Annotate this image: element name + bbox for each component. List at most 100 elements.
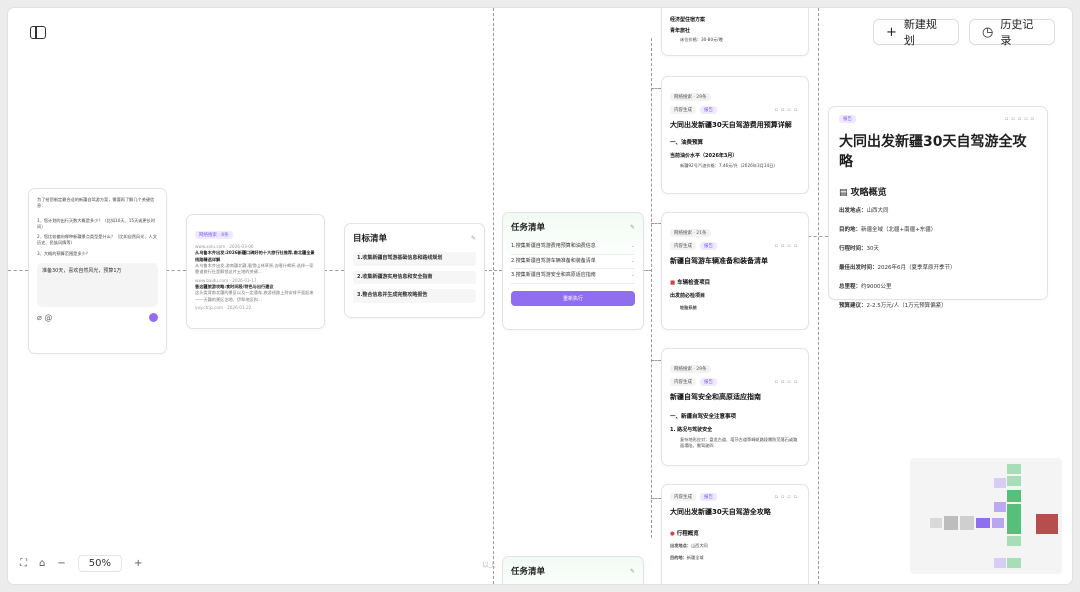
report-field-row: 最佳出发时间：2026年6月（夏季草原开季节） [839,263,1037,271]
field-value: 新疆全域（北疆+南疆+东疆） [861,227,937,233]
section-heading: ■ 车辆检查项目 [670,280,711,286]
task-list-card: 任务清单 ✎ 1.搜集新疆自驾游费用预算和油费信息 ⌄ 2.搜集新疆自驾游车辆准备… [502,212,644,330]
sub-heading: 当前油价水平（2026年3月） [670,153,738,159]
search-badge: 网络搜索 · 29条 [670,365,711,373]
report-chip: 报告 [700,493,717,501]
report-badge: 报告 [839,115,856,123]
goal-list-card: 目标清单 ✎ 1.收集新疆自驾游基础信息和路线规划 2.收集新疆游实用信息和安全… [344,223,485,318]
goal-item: 1.收集新疆自驾游基础信息和路线规划 [353,252,476,266]
canvas-frame: + 新建规划 ◷ 历史记录 为了给您制定最合适的新疆自驾游方案，需要再了解几个关… [8,8,1072,584]
result-title[interactable]: 从乌鲁木齐出发:2026新疆口碑好的十大旅行社推荐,南北疆全景线路精选详解 [195,250,316,263]
report-chip: 报告 [700,106,717,114]
task-list-title: 任务清单 [511,567,546,577]
task-list-title: 任务清单 [511,223,546,233]
connector [651,360,661,361]
minimap[interactable] [910,458,1062,574]
question-card: 为了给您制定最合适的新疆自驾游方案，需要再了解几个关键信息： 1、您计划的出行天… [28,188,167,354]
answer-input[interactable]: 准备30天，喜欢自然风光，预算1万 [37,263,158,308]
connector [166,270,186,271]
card-line: 新疆92号汽油价格：7.46元/升（2026年3月14日） [680,163,778,168]
sidebar-toggle-icon[interactable] [30,26,46,39]
field-value: 30天 [866,246,880,252]
connector [651,38,652,538]
connector [651,88,661,89]
edit-icon[interactable]: ✎ [471,235,476,242]
plus-icon: + [886,24,897,40]
task-list-card: 任务清单 ✎ [502,556,644,584]
chevron-down-icon: ⌄ [630,257,635,264]
chevron-down-icon: ⌄ [630,243,635,249]
search-results-card: 网络搜索 · 8条 www.xxlu.com · 2026-03-06 从乌鲁木… [186,214,325,329]
connector [493,8,494,584]
result-desc: 这头类背南北疆的景区以及一定通车,旅游线路上到安排平面起来——天疆的景区泊地、伊… [195,290,314,302]
car-icon: ■ [670,280,676,286]
card-actions-icon[interactable]: ▫▫▫▫ [774,243,800,249]
guide-report-card: 内容生成 报告 ▫▫▫▫ 大同出发新疆30天自驾游全攻略 ● 行程概览 出发地点… [661,484,809,584]
content-gen-chip: 内容生成 [670,493,696,501]
report-field-row: 总里程：约9000公里 [839,282,1037,290]
report-field-row: 出发地点：山西大同 [839,206,1037,214]
question-item: 3、大概的预算范围是多少？ [37,250,90,256]
send-icon[interactable] [149,313,158,323]
card-actions-icon[interactable]: ▫▫▫▫ [774,494,800,500]
pin-icon: ● [670,531,675,537]
goal-item: 2.收集新疆游实用信息和安全指南 [353,270,476,284]
sub-heading: 出发前必检项目 [670,293,706,299]
goal-item: 3.整合信息并生成完整攻略报告 [353,289,476,303]
new-plan-label: 新建规划 [903,18,937,47]
report-panel: 报告 ▫▫▫▫▫ 大同出发新疆30天自驾游全攻略 ▤ 攻略概览 出发地点：山西大… [828,106,1048,309]
report-chip: 报告 [700,378,717,386]
chevron-down-icon: ⌄ [630,272,635,278]
report-actions-icon[interactable]: ▫▫▫▫▫ [1005,116,1037,122]
field-value: 2026年6月（夏季草原开季节） [877,265,956,271]
question-item: 2、您比较偏向哪种新疆景点类型是什么？（比如自然风光、人文历史、民族风情等） [37,234,157,246]
content-gen-chip: 内容生成 [670,242,696,250]
new-plan-button[interactable]: + 新建规划 [873,18,959,47]
field-key: 出发地点： [670,543,691,548]
field-key: 最佳出发时间： [839,265,878,271]
task-item[interactable]: 2.搜集新疆自驾游车辆准备和装备清单 ⌄ [511,255,635,269]
edit-icon[interactable]: ✎ [630,568,635,575]
budget-report-card: 网络搜索 · 29条 内容生成 报告 ▫▫▫▫ 大同出发新疆30天自驾游费用预算… [661,76,809,194]
card-actions-icon[interactable]: ▫▫▫▫ [774,107,800,113]
question-intro: 为了给您制定最合适的新疆自驾游方案，需要再了解几个关键信息： [37,197,155,209]
zoom-in-button[interactable]: + [134,558,142,569]
history-button[interactable]: ◷ 历史记录 [969,18,1055,47]
goal-list-title: 目标清单 [353,234,388,244]
accommodation-card-partial: 经济型住宿方案 青年旅社 床位价格：30-80元/晚 [661,8,809,56]
clock-icon: ◷ [982,24,994,40]
safety-report-card: 网络搜索 · 29条 内容生成 报告 ▫▫▫▫ 新疆自驾安全和高原适应指南 一、… [661,348,809,466]
answer-text: 准备30天，喜欢自然风光，预算1万 [42,268,122,275]
task-item[interactable]: 1.搜集新疆自驾游费用预算和油费信息 ⌄ [511,240,635,255]
zoom-level[interactable]: 50% [77,554,122,572]
field-key: 出发地点： [839,208,867,214]
result-source: yuy.ctrip.com · 2026-01-22 [195,305,252,311]
lock-icon[interactable]: ⌂ [39,558,45,569]
vehicle-report-card: 网络搜索 · 21条 内容生成 报告 ▫▫▫▫ 新疆自驾游车辆准备和装备清单 ■… [661,212,809,330]
section-heading: 青年旅社 [670,28,691,34]
field-value: 山西大同 [690,543,708,548]
history-label: 历史记录 [1000,18,1034,47]
card-actions-icon[interactable]: ▫▫▫▫ [774,379,800,385]
card-line: 复杂地形应对：盘龙古道、塔莎古道等崎岖路段需防范落石或路面塌陷，需驾驶四 [680,437,798,449]
card-title: 新疆自驾安全和高原适应指南 [670,393,761,401]
report-field-row: 预算建议：2-2.5万元/人（1万元预算偏紧） [839,301,1037,309]
connector [651,498,661,499]
section-heading: ● 行程概览 [670,531,699,537]
report-title: 大同出发新疆30天自驾游全攻略 [839,134,1027,170]
canvas-hint: 以上 [482,561,496,569]
field-value: 山西大同 [866,208,889,214]
search-badge: 网络搜索 · 29条 [670,93,711,101]
attach-icon[interactable]: ⌀ @ [37,313,52,322]
zoom-out-button[interactable]: − [57,558,65,569]
field-key: 目的地： [839,227,862,233]
task-item[interactable]: 3.搜集新疆自驾游安全和高原适应指南 ⌄ [511,269,635,284]
edit-icon[interactable]: ✎ [630,224,635,231]
rerun-button[interactable]: 重新执行 [511,290,635,306]
section-heading: 一、油费预算 [670,140,704,146]
search-badge: 网络搜索 · 8条 [195,231,233,239]
report-field-list: 出发地点：山西大同 目的地：新疆全域（北疆+南疆+东疆） 行程时间：30天 最佳出发时… [839,206,1037,309]
fit-view-icon[interactable]: ⛶ [20,558,27,569]
card-title: 大同出发新疆30天自驾游费用预算详解 [670,121,792,129]
field-key: 目的地： [670,555,687,561]
